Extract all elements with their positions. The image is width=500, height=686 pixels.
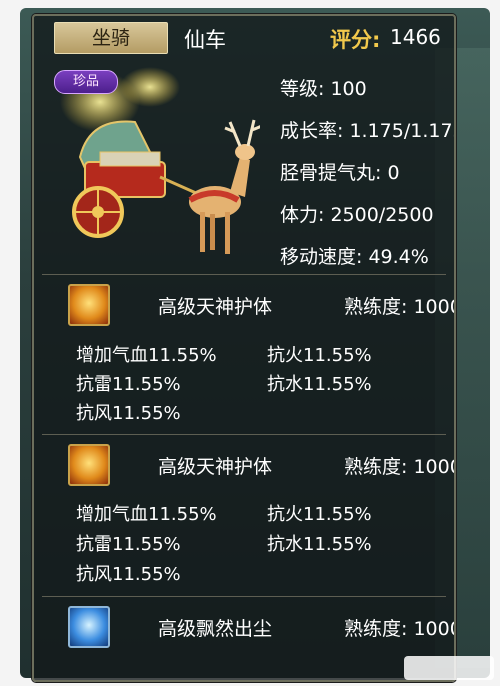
divider — [42, 596, 446, 597]
golden-armor-icon[interactable] — [68, 284, 110, 326]
stat-level: 等级: 100 — [280, 78, 367, 100]
skill-effect: 抗火11.55% — [267, 504, 372, 525]
skill-proficiency: 熟练度: 10000 — [344, 618, 454, 640]
skill-proficiency: 熟练度: 10000 — [344, 296, 454, 318]
divider — [42, 434, 446, 435]
skill-effect: 抗火11.55% — [267, 345, 372, 366]
stat-stamina: 体力: 2500/2500 — [280, 204, 434, 226]
skill-effect: 抗雷11.55% — [76, 374, 181, 395]
skill-effect: 抗水11.55% — [267, 374, 372, 395]
tab-mount[interactable]: 坐骑 — [54, 22, 168, 54]
skill-effect: 增加气血11.55% — [76, 345, 217, 366]
watermark-logo — [404, 656, 494, 680]
skill-effect: 抗水11.55% — [267, 534, 372, 555]
skill-name: 高级天神护体 — [158, 296, 273, 318]
skill-effect: 抗风11.55% — [76, 403, 181, 424]
stat-pill: 胫骨提气丸: 0 — [280, 162, 400, 184]
mount-tooltip-panel: 坐骑 仙车 评分: 1466 珍品 等级: 100 成长率: 1.175/1.1… — [32, 14, 456, 682]
panel-header: 坐骑 仙车 评分: 1466 — [34, 16, 454, 60]
mount-name: 仙车 — [184, 28, 226, 52]
skill-name: 高级天神护体 — [158, 456, 273, 478]
skill-name: 高级飘然出尘 — [158, 618, 273, 640]
skill-effect: 抗风11.55% — [76, 564, 181, 585]
stat-speed: 移动速度: 49.4% — [280, 246, 429, 268]
rarity-badge: 珍品 — [54, 70, 118, 94]
divider — [42, 274, 446, 275]
golden-armor-icon[interactable] — [68, 444, 110, 486]
stat-growth: 成长率: 1.175/1.175 — [280, 120, 456, 142]
score-value: 1466 — [390, 25, 441, 49]
skill-effect: 抗雷11.55% — [76, 534, 181, 555]
skill-effect: 增加气血11.55% — [76, 504, 217, 525]
skill-proficiency: 熟练度: 10000 — [344, 456, 454, 478]
blue-crystal-icon[interactable] — [68, 606, 110, 648]
score-label: 评分: — [330, 28, 381, 52]
